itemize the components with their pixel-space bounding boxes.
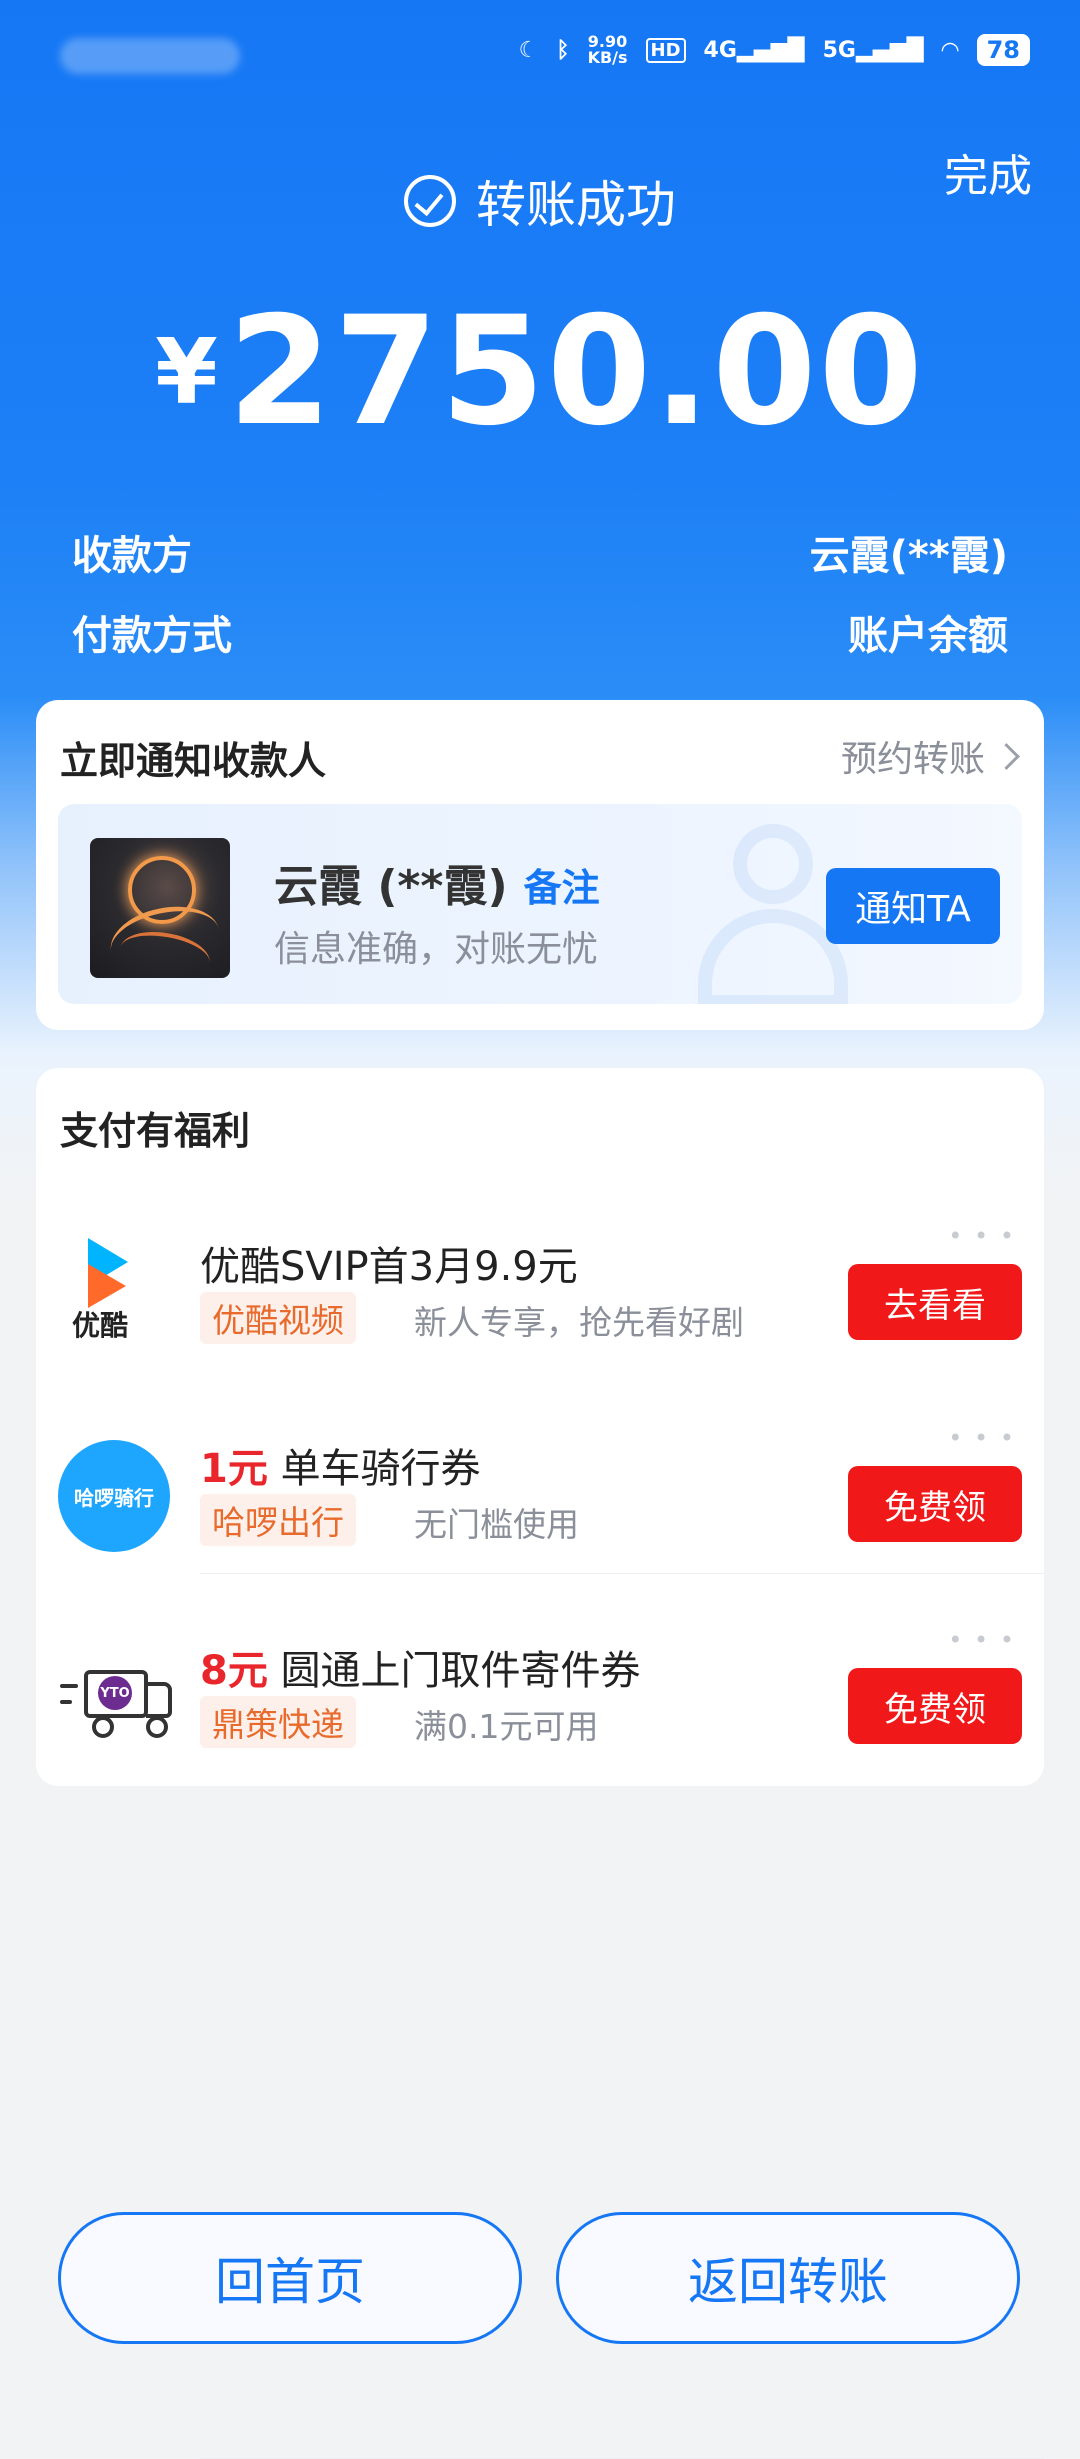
payee-subtitle: 信息准确，对账无忧 (274, 929, 599, 970)
transfer-status: 转账成功 (0, 165, 1080, 237)
hellobike-logo: 哈啰骑行 (58, 1440, 170, 1552)
scheduled-transfer-label: 预约转账 (840, 739, 985, 780)
offer-tag: 优酷视频 (200, 1292, 356, 1344)
signal-4g-icon: 4G▂▄▆█ (703, 37, 805, 63)
offer-desc: 无门槛使用 (414, 1505, 579, 1544)
notify-button[interactable]: 通知TA (826, 868, 1000, 944)
youku-logo: 优酷 (58, 1238, 170, 1350)
notify-payee-card: 立即通知收款人 预约转账 云霞 (**霞) 备注 信息准确，对账无忧 通知TA (36, 700, 1044, 1030)
payee-name: 云霞 (**霞) 备注 (274, 861, 600, 912)
signal-5g-icon: 5G▂▄▆█ (822, 37, 924, 63)
offer-item-yto[interactable]: • • • YTO 8元 圆通上门取件寄件券 鼎策快递 满0.1元可用 免费领 (36, 1612, 1044, 1812)
status-icons: ☾ ᛒ 9.90 KB/s HD 4G▂▄▆█ 5G▂▄▆█ ◠ 78 (519, 34, 1030, 66)
amount-value: 2750.00 (227, 285, 925, 459)
blurred-time (60, 38, 240, 74)
offer-tag: 鼎策快递 (200, 1696, 356, 1748)
back-home-button[interactable]: 回首页 (58, 2212, 522, 2344)
benefits-title: 支付有福利 (60, 1109, 251, 1153)
offer-desc: 满0.1元可用 (414, 1707, 599, 1746)
offer-title: 8元 圆通上门取件寄件券 (200, 1648, 641, 1694)
payee-info-panel: 云霞 (**霞) 备注 信息准确，对账无忧 通知TA (58, 804, 1022, 1004)
transfer-status-text: 转账成功 (476, 176, 676, 234)
net-speed: 9.90 KB/s (587, 32, 628, 67)
status-bar: ☾ ᛒ 9.90 KB/s HD 4G▂▄▆█ 5G▂▄▆█ ◠ 78 (0, 0, 1080, 110)
offer-item-hellobike[interactable]: • • • 哈啰骑行 1元 单车骑行券 哈啰出行 无门槛使用 免费领 (36, 1410, 1044, 1610)
payee-avatar (90, 838, 230, 978)
payment-method-label: 付款方式 (72, 613, 232, 659)
hd-icon: HD (645, 37, 686, 63)
go-watch-button[interactable]: 去看看 (848, 1264, 1022, 1340)
claim-free-button[interactable]: 免费领 (848, 1466, 1022, 1542)
more-dots-icon[interactable]: • • • (948, 1424, 1016, 1452)
check-circle-icon (404, 175, 456, 227)
payee-value: 云霞(**霞) (809, 533, 1008, 579)
payment-method-value: 账户余额 (848, 613, 1008, 659)
wifi-icon: ◠ (941, 37, 959, 63)
chevron-right-icon (993, 742, 1020, 770)
notify-card-title: 立即通知收款人 (60, 739, 327, 783)
more-dots-icon[interactable]: • • • (948, 1222, 1016, 1250)
more-dots-icon[interactable]: • • • (948, 1626, 1016, 1654)
transfer-amount: ¥2750.00 (0, 285, 1080, 459)
payee-label: 收款方 (72, 533, 192, 579)
scheduled-transfer-link[interactable]: 预约转账 (840, 730, 1020, 782)
battery-icon: 78 (976, 34, 1030, 66)
offer-desc: 新人专享，抢先看好剧 (414, 1303, 744, 1342)
moon-icon: ☾ (518, 37, 539, 63)
delivery-truck-icon: YTO (58, 1642, 172, 1754)
offer-tag: 哈啰出行 (200, 1494, 356, 1546)
remark-link[interactable]: 备注 (524, 866, 600, 910)
bluetooth-icon: ᛒ (556, 37, 570, 63)
claim-free-button[interactable]: 免费领 (848, 1668, 1022, 1744)
currency-symbol: ¥ (155, 320, 218, 425)
offer-title: 优酷SVIP首3月9.9元 (200, 1244, 578, 1290)
offer-title: 1元 单车骑行券 (200, 1446, 481, 1492)
back-to-transfer-button[interactable]: 返回转账 (556, 2212, 1020, 2344)
offer-item-youku[interactable]: • • • 优酷 优酷SVIP首3月9.9元 优酷视频 新人专享，抢先看好剧 去… (36, 1208, 1044, 1408)
benefits-card: 支付有福利 • • • 优酷 优酷SVIP首3月9.9元 优酷视频 新人专享，抢… (36, 1068, 1044, 2459)
